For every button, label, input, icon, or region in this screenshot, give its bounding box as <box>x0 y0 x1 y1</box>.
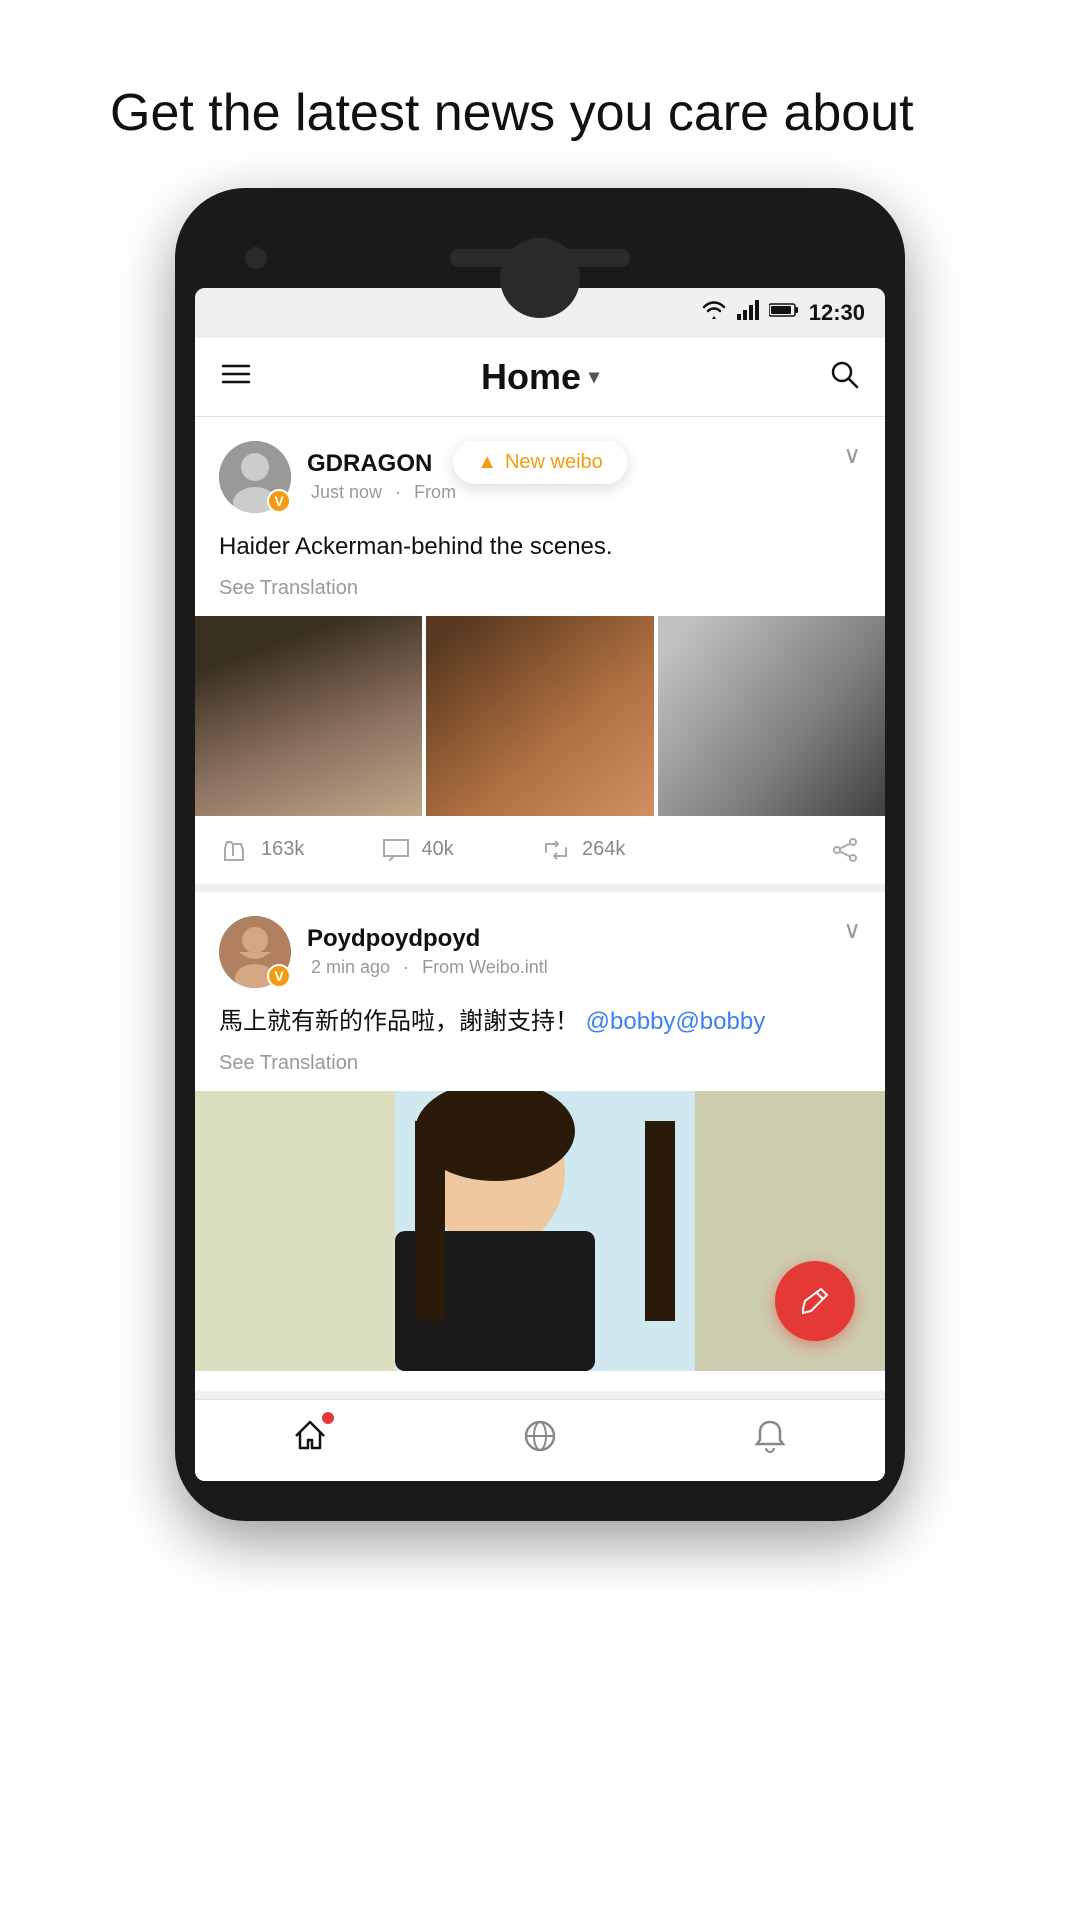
post-source-1: From <box>414 482 456 502</box>
post-separator-1: · <box>395 482 406 502</box>
post-content-2: 馬上就有新的作品啦，謝謝支持！ @bobby@bobby <box>219 1004 861 1040</box>
post-username-1: GDRAGON <box>307 450 460 478</box>
comment-action-1[interactable]: 40k <box>380 834 541 866</box>
post-image-2-1[interactable] <box>195 1091 885 1371</box>
new-weibo-toast[interactable]: ▲ New weibo <box>453 441 627 484</box>
post-meta-2: 2 min ago · From Weibo.intl <box>307 957 552 978</box>
page-tagline: Get the latest news you care about <box>110 80 970 148</box>
phone-speaker <box>450 249 630 267</box>
search-icon[interactable] <box>827 357 861 396</box>
repost-count-1: 264k <box>582 838 625 861</box>
hamburger-icon[interactable] <box>219 357 253 396</box>
post-user-info-1: GDRAGON Just now · From <box>307 450 460 503</box>
phone-screen: 12:30 Home ▾ <box>195 288 885 1481</box>
status-icons: 12:30 <box>701 300 865 326</box>
phone-shell: 12:30 Home ▾ <box>175 188 905 1521</box>
app-header: Home ▾ <box>195 338 885 417</box>
nav-home[interactable] <box>290 1416 330 1461</box>
see-translation-1[interactable]: See Translation <box>219 577 861 600</box>
verified-badge-2: V <box>267 964 291 988</box>
post-content-1: Haider Ackerman-behind the scenes. <box>219 529 861 565</box>
nav-discover[interactable] <box>520 1416 560 1461</box>
chevron-down-icon: ▾ <box>589 364 599 389</box>
compose-fab[interactable] <box>775 1261 855 1341</box>
post-images-2 <box>195 1091 885 1371</box>
post-header-2: V Poydpoydpoyd 2 min ago · From Weibo.in… <box>219 916 861 988</box>
post-header-left-2: V Poydpoydpoyd 2 min ago · From Weibo.in… <box>219 916 552 988</box>
see-translation-2[interactable]: See Translation <box>219 1052 861 1075</box>
post-username-2: Poydpoydpoyd <box>307 925 552 953</box>
home-notification-dot <box>322 1412 334 1424</box>
like-action-1[interactable]: 163k <box>219 834 380 866</box>
header-title[interactable]: Home ▾ <box>481 356 599 398</box>
status-time: 12:30 <box>809 300 865 326</box>
post-card-2: V Poydpoydpoyd 2 min ago · From Weibo.in… <box>195 892 885 1399</box>
post-source-2: From Weibo.intl <box>422 957 548 977</box>
avatar-1: V <box>219 441 291 513</box>
like-count-1: 163k <box>261 838 304 861</box>
phone-camera <box>245 247 267 269</box>
post-time-2: 2 min ago <box>311 957 390 977</box>
comment-count-1: 40k <box>422 838 454 861</box>
post-image-1-3[interactable] <box>658 616 885 816</box>
post-images-1 <box>195 616 885 816</box>
post-options-1[interactable]: ∨ <box>843 441 861 470</box>
post-time-1: Just now <box>311 482 382 502</box>
post-mention-2b[interactable]: @bobby <box>675 1008 765 1035</box>
avatar-2: V <box>219 916 291 988</box>
new-weibo-arrow: ▲ <box>477 451 497 474</box>
post-header-left-1: V GDRAGON Just now · From <box>219 441 460 513</box>
verified-badge-1: V <box>267 489 291 513</box>
post-image-1-1[interactable] <box>195 616 422 816</box>
feed: V GDRAGON Just now · From ∨ <box>195 417 885 1399</box>
post-content-text-2: 馬上就有新的作品啦，謝謝支持！ <box>219 1008 579 1035</box>
post-options-2[interactable]: ∨ <box>843 916 861 945</box>
status-bar: 12:30 <box>195 288 885 338</box>
post-mention-2[interactable]: @bobby <box>586 1008 676 1035</box>
bottom-nav <box>195 1399 885 1481</box>
new-weibo-label: New weibo <box>505 451 603 474</box>
nav-notifications[interactable] <box>750 1416 790 1461</box>
post-image-1-2[interactable] <box>426 616 653 816</box>
post-user-info-2: Poydpoydpoyd 2 min ago · From Weibo.intl <box>307 925 552 978</box>
battery-icon <box>769 302 799 323</box>
wifi-icon <box>701 300 727 325</box>
action-bar-1: 163k 40k <box>219 816 861 884</box>
notifications-icon <box>750 1416 790 1461</box>
repost-action-1[interactable]: 264k <box>540 834 701 866</box>
post-separator-2: · <box>403 957 414 977</box>
signal-icon <box>737 300 759 325</box>
post-card-1: V GDRAGON Just now · From ∨ <box>195 417 885 892</box>
discover-icon <box>520 1416 560 1461</box>
post-header-1: V GDRAGON Just now · From ∨ <box>219 441 861 513</box>
phone-top-bar <box>195 228 885 288</box>
post-meta-1: Just now · From <box>307 482 460 503</box>
header-title-text: Home <box>481 356 581 398</box>
share-action-1[interactable] <box>701 834 862 866</box>
